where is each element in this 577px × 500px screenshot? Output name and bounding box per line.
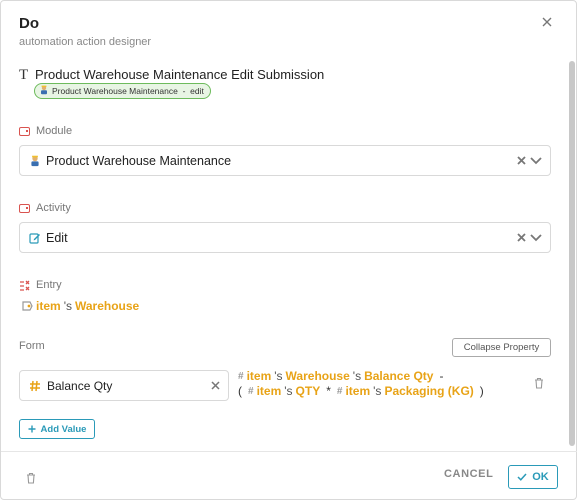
trash-icon[interactable]	[26, 471, 36, 484]
module-tag-label: Product Warehouse Maintenance - edit	[52, 86, 204, 96]
expr-operator: -	[439, 369, 444, 383]
form-label: Form	[19, 340, 45, 352]
expr-possessive: 's	[284, 384, 293, 398]
expr-paren-close: )	[479, 384, 484, 398]
worker-icon	[29, 155, 41, 167]
hash-field-icon: #	[336, 385, 343, 397]
collapse-property-button[interactable]: Collapse Property	[452, 338, 551, 357]
entry-object-icon	[21, 300, 33, 312]
add-value-button[interactable]: Add Value	[19, 419, 95, 439]
activity-select[interactable]: Edit	[19, 222, 551, 253]
chevron-down-icon[interactable]	[530, 231, 542, 245]
ok-button[interactable]: OK	[508, 465, 558, 489]
worker-icon	[39, 85, 49, 97]
module-section-label: Module	[19, 125, 72, 137]
property-value: Balance Qty	[47, 378, 113, 393]
module-tag: Product Warehouse Maintenance - edit	[34, 83, 211, 99]
activity-label: Activity	[36, 202, 71, 214]
expression-line-1[interactable]: # item's Warehouse's Balance Qty -	[238, 369, 446, 383]
cancel-button[interactable]: CANCEL	[444, 468, 493, 480]
trash-icon[interactable]	[534, 376, 544, 389]
entry-possessive: 's	[63, 299, 72, 313]
module-select[interactable]: Product Warehouse Maintenance	[19, 145, 551, 176]
module-label: Module	[36, 125, 73, 137]
entry-section-label: Entry	[19, 279, 62, 291]
expr-possessive: 's	[352, 369, 362, 383]
hash-field-icon: #	[248, 385, 254, 397]
clear-icon[interactable]	[211, 378, 220, 393]
entry-field: Warehouse	[74, 299, 140, 313]
footer-divider	[1, 451, 577, 452]
expr-object: item	[256, 384, 282, 398]
action-title: Product Warehouse Maintenance Edit Submi…	[35, 67, 325, 82]
entry-icon	[19, 280, 30, 291]
expr-field: QTY	[295, 384, 321, 398]
expr-field: Balance Qty	[364, 369, 434, 383]
dialog-subtitle: automation action designer	[19, 36, 152, 48]
expr-possessive: 's	[274, 369, 283, 383]
module-icon	[19, 126, 30, 136]
check-icon	[517, 473, 527, 481]
hash-field-icon	[29, 380, 41, 392]
hash-field-icon: #	[238, 370, 244, 382]
activity-section-label: Activity	[19, 202, 71, 214]
expr-possessive: 's	[373, 384, 382, 398]
action-designer-dialog: Do automation action designer T Product …	[0, 0, 577, 500]
scrollbar[interactable]	[569, 61, 575, 446]
dialog-title: Do	[19, 15, 39, 32]
expr-field: Packaging (KG)	[384, 384, 474, 398]
expr-operator: *	[326, 384, 331, 398]
expr-paren-open: (	[238, 384, 242, 398]
expr-field: Warehouse	[285, 369, 350, 383]
entry-object: item	[36, 299, 61, 313]
expr-object: item	[246, 369, 272, 383]
add-value-label: Add Value	[40, 423, 87, 435]
entry-value[interactable]: item's Warehouse	[21, 299, 139, 313]
expr-object: item	[345, 384, 371, 398]
entry-label: Entry	[36, 279, 62, 291]
plus-icon	[28, 425, 36, 433]
module-select-value: Product Warehouse Maintenance	[46, 153, 232, 168]
expression-line-2[interactable]: ( # item's QTY * # item's Packaging (KG)…	[238, 384, 487, 398]
clear-icon[interactable]	[517, 230, 526, 245]
activity-select-value: Edit	[46, 230, 68, 245]
ok-label: OK	[532, 471, 549, 483]
chevron-down-icon[interactable]	[530, 154, 542, 168]
activity-icon	[19, 203, 30, 213]
text-type-icon: T	[19, 67, 29, 83]
close-icon[interactable]	[539, 15, 555, 31]
property-select[interactable]: Balance Qty	[19, 370, 229, 401]
clear-icon[interactable]	[517, 153, 526, 168]
edit-icon	[29, 232, 41, 244]
